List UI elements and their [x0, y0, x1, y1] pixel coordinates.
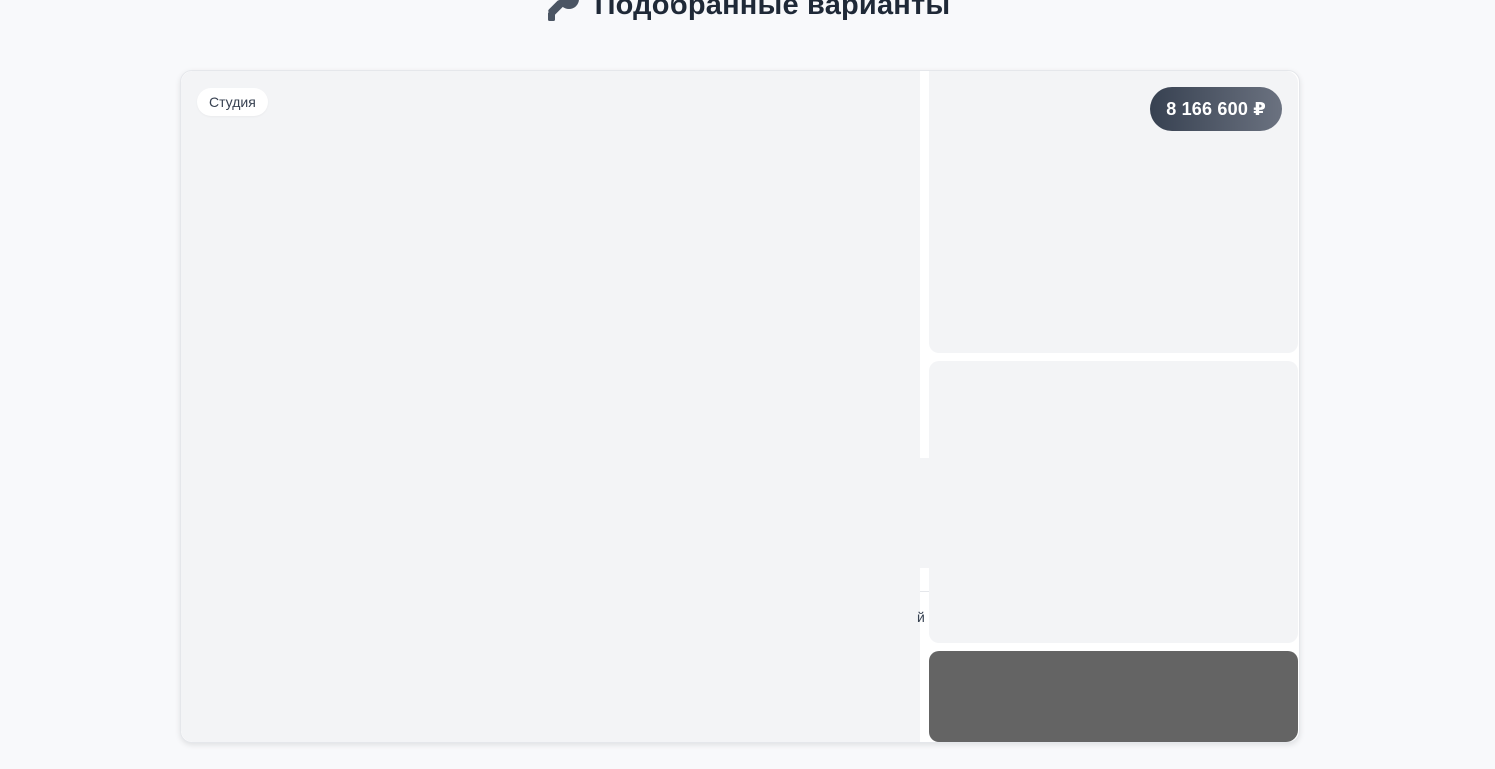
key-icon — [547, 0, 579, 21]
main-photo[interactable]: Студия — [181, 71, 920, 742]
photo-thumbnail-3[interactable] — [929, 651, 1298, 742]
photo-thumbnail-2[interactable] — [929, 361, 1298, 643]
price-badge: 8 166 600 ₽ — [1150, 87, 1282, 131]
hidden-panel-text: й — [917, 609, 925, 625]
photo-thumbnail-1[interactable]: 8 166 600 ₽ — [929, 71, 1298, 353]
apartment-type-badge: Студия — [197, 88, 268, 116]
page-header: Подобранные варианты — [0, 0, 1495, 30]
page-title: Подобранные варианты — [594, 0, 951, 21]
listing-card[interactable]: Студия й 8 166 600 ₽ — [180, 70, 1300, 743]
